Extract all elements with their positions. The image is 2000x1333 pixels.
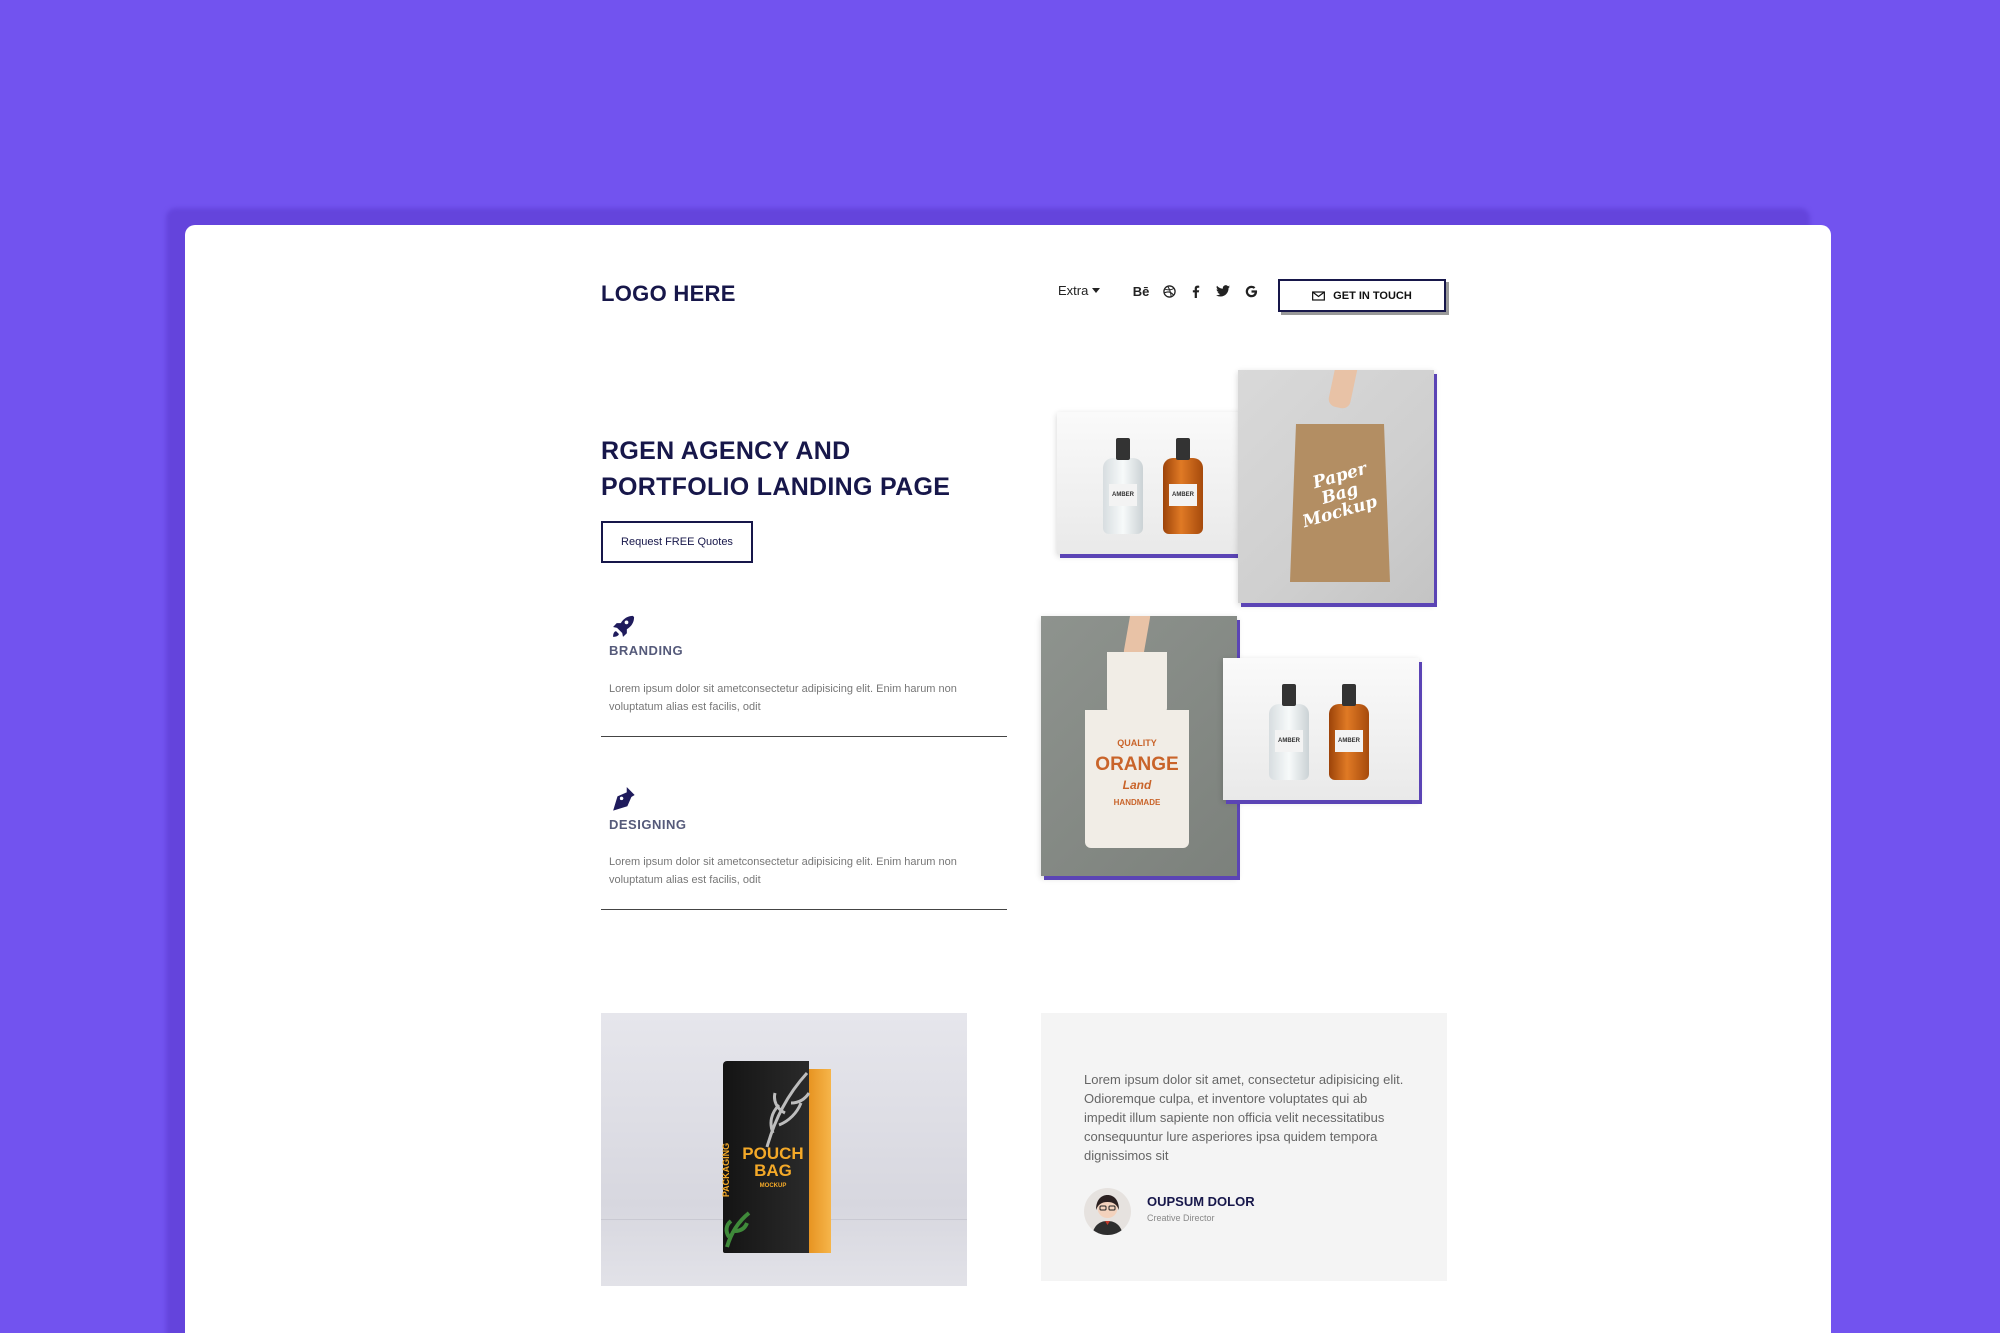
tote-strap (1107, 652, 1167, 714)
landing-page-card: LOGO HERE Extra Bē GET IN TOUCH RGEN AGE… (185, 225, 1831, 1333)
menu-extra-dropdown[interactable]: Extra (1058, 283, 1101, 298)
get-in-touch-label: GET IN TOUCH (1333, 289, 1412, 302)
bottle-clear: AMBER (1269, 684, 1309, 780)
pouch-bag: POUCH BAG MOCKUP PACKAGING (721, 1061, 831, 1253)
hand (1327, 370, 1359, 410)
pouch-bag-mockup-image[interactable]: POUCH BAG MOCKUP PACKAGING (601, 1013, 967, 1286)
caret-down-icon (1092, 288, 1101, 293)
hero-title-line1: RGEN AGENCY AND (601, 437, 851, 465)
testimonial-card: Lorem ipsum dolor sit amet, consectetur … (1041, 1013, 1447, 1281)
bottle-amber: AMBER (1329, 684, 1369, 780)
service-text: Lorem ipsum dolor sit ametconsectetur ad… (609, 683, 957, 713)
testimonial-role: Creative Director (1147, 1213, 1215, 1223)
envelope-icon (1312, 290, 1326, 301)
menu-extra-label: Extra (1058, 283, 1089, 298)
avatar (1084, 1188, 1131, 1235)
site-logo[interactable]: LOGO HERE (601, 281, 736, 307)
paper-bag-mockup-image[interactable]: Paper Bag Mockup (1238, 370, 1434, 603)
twitter-icon[interactable] (1214, 282, 1232, 300)
service-title: BRANDING (609, 643, 684, 658)
service-divider (601, 736, 1007, 737)
dribbble-icon[interactable] (1160, 282, 1178, 300)
pen-nib-icon (609, 785, 637, 818)
rocket-icon (609, 613, 637, 646)
behance-icon[interactable]: Bē (1130, 282, 1152, 300)
testimonial-name: OUPSUM DOLOR (1147, 1194, 1255, 1209)
bottles-mockup-image[interactable]: AMBER AMBER (1057, 412, 1253, 554)
leaf-illustration (765, 1071, 811, 1148)
bottles-mockup-image[interactable]: AMBER AMBER (1223, 658, 1419, 800)
paper-bag: Paper Bag Mockup (1290, 424, 1390, 582)
tote-bag-mockup-image[interactable]: QUALITY ORANGE Land HANDMADE (1041, 616, 1237, 876)
hero-title: RGEN AGENCY AND PORTFOLIO LANDING PAGE (601, 433, 1051, 505)
tote-bag: QUALITY ORANGE Land HANDMADE (1085, 710, 1189, 848)
facebook-icon[interactable] (1189, 282, 1203, 300)
bottle-amber: AMBER (1163, 438, 1203, 534)
testimonial-text: Lorem ipsum dolor sit amet, consectetur … (1084, 1072, 1404, 1163)
green-leaf-illustration (724, 1211, 751, 1248)
service-title: DESIGNING (609, 817, 687, 832)
request-quotes-button[interactable]: Request FREE Quotes (601, 521, 753, 563)
bottle-clear: AMBER (1103, 438, 1143, 534)
hero-title-line2: PORTFOLIO LANDING PAGE (601, 473, 951, 501)
service-divider (601, 909, 1007, 910)
get-in-touch-button[interactable]: GET IN TOUCH (1278, 279, 1446, 312)
service-text: Lorem ipsum dolor sit ametconsectetur ad… (609, 856, 957, 886)
google-icon[interactable] (1242, 282, 1260, 300)
